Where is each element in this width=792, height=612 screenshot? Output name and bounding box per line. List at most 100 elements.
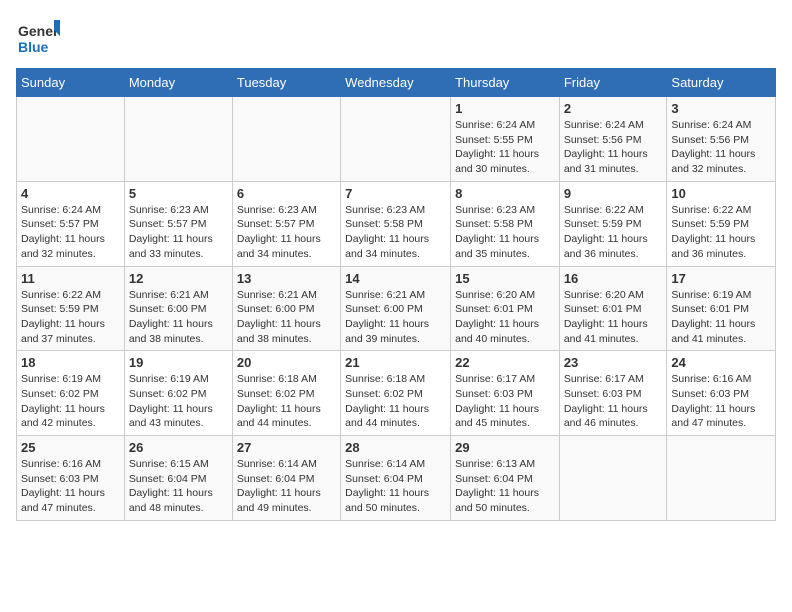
day-number: 1	[455, 101, 555, 116]
calendar-cell: 25 Sunrise: 6:16 AM Sunset: 6:03 PM Dayli…	[17, 436, 125, 521]
header-tuesday: Tuesday	[232, 69, 340, 97]
calendar-cell: 1 Sunrise: 6:24 AM Sunset: 5:55 PM Daylig…	[451, 97, 560, 182]
day-number: 19	[129, 355, 228, 370]
day-info: Sunrise: 6:16 AM Sunset: 6:03 PM Dayligh…	[671, 372, 771, 431]
calendar-cell: 15 Sunrise: 6:20 AM Sunset: 6:01 PM Dayli…	[451, 266, 560, 351]
header-thursday: Thursday	[451, 69, 560, 97]
day-number: 17	[671, 271, 771, 286]
svg-text:Blue: Blue	[18, 39, 49, 55]
calendar-cell: 29 Sunrise: 6:13 AM Sunset: 6:04 PM Dayli…	[451, 436, 560, 521]
calendar-cell: 22 Sunrise: 6:17 AM Sunset: 6:03 PM Dayli…	[451, 351, 560, 436]
calendar-cell: 17 Sunrise: 6:19 AM Sunset: 6:01 PM Dayli…	[667, 266, 776, 351]
calendar-cell	[124, 97, 232, 182]
logo: General Blue	[16, 16, 60, 60]
day-info: Sunrise: 6:19 AM Sunset: 6:02 PM Dayligh…	[21, 372, 120, 431]
calendar-table: SundayMondayTuesdayWednesdayThursdayFrid…	[16, 68, 776, 521]
day-number: 13	[237, 271, 336, 286]
day-info: Sunrise: 6:24 AM Sunset: 5:55 PM Dayligh…	[455, 118, 555, 177]
day-info: Sunrise: 6:18 AM Sunset: 6:02 PM Dayligh…	[237, 372, 336, 431]
calendar-cell: 6 Sunrise: 6:23 AM Sunset: 5:57 PM Daylig…	[232, 181, 340, 266]
day-number: 27	[237, 440, 336, 455]
calendar-cell: 3Sunrise: 6:24 AM Sunset: 5:56 PM Daylig…	[667, 97, 776, 182]
day-number: 5	[129, 186, 228, 201]
day-number: 22	[455, 355, 555, 370]
logo-svg: General Blue	[16, 16, 60, 60]
day-info: Sunrise: 6:21 AM Sunset: 6:00 PM Dayligh…	[129, 288, 228, 347]
day-info: Sunrise: 6:17 AM Sunset: 6:03 PM Dayligh…	[564, 372, 663, 431]
calendar-cell: 4 Sunrise: 6:24 AM Sunset: 5:57 PM Daylig…	[17, 181, 125, 266]
calendar-cell: 2 Sunrise: 6:24 AM Sunset: 5:56 PM Daylig…	[559, 97, 667, 182]
calendar-cell	[341, 97, 451, 182]
day-info: Sunrise: 6:24 AM Sunset: 5:56 PM Dayligh…	[564, 118, 663, 177]
calendar-cell: 19Sunrise: 6:19 AM Sunset: 6:02 PM Dayli…	[124, 351, 232, 436]
day-number: 18	[21, 355, 120, 370]
header-saturday: Saturday	[667, 69, 776, 97]
header-friday: Friday	[559, 69, 667, 97]
calendar-week-3: 11Sunrise: 6:22 AM Sunset: 5:59 PM Dayli…	[17, 266, 776, 351]
day-info: Sunrise: 6:14 AM Sunset: 6:04 PM Dayligh…	[237, 457, 336, 516]
calendar-week-5: 25 Sunrise: 6:16 AM Sunset: 6:03 PM Dayli…	[17, 436, 776, 521]
calendar-cell: 16 Sunrise: 6:20 AM Sunset: 6:01 PM Dayli…	[559, 266, 667, 351]
calendar-cell	[17, 97, 125, 182]
calendar-cell	[667, 436, 776, 521]
day-number: 9	[564, 186, 663, 201]
calendar-cell: 9 Sunrise: 6:22 AM Sunset: 5:59 PM Daylig…	[559, 181, 667, 266]
calendar-cell	[232, 97, 340, 182]
calendar-cell: 20 Sunrise: 6:18 AM Sunset: 6:02 PM Dayli…	[232, 351, 340, 436]
calendar-cell: 26 Sunrise: 6:15 AM Sunset: 6:04 PM Dayli…	[124, 436, 232, 521]
day-info: Sunrise: 6:20 AM Sunset: 6:01 PM Dayligh…	[455, 288, 555, 347]
day-info: Sunrise: 6:22 AM Sunset: 5:59 PM Dayligh…	[564, 203, 663, 262]
day-info: Sunrise: 6:23 AM Sunset: 5:57 PM Dayligh…	[237, 203, 336, 262]
day-number: 6	[237, 186, 336, 201]
day-info: Sunrise: 6:23 AM Sunset: 5:58 PM Dayligh…	[455, 203, 555, 262]
day-number: 8	[455, 186, 555, 201]
calendar-cell: 8 Sunrise: 6:23 AM Sunset: 5:58 PM Daylig…	[451, 181, 560, 266]
calendar-cell	[559, 436, 667, 521]
day-number: 26	[129, 440, 228, 455]
day-info: Sunrise: 6:24 AM Sunset: 5:57 PM Dayligh…	[21, 203, 120, 262]
calendar-cell: 14Sunrise: 6:21 AM Sunset: 6:00 PM Dayli…	[341, 266, 451, 351]
day-number: 29	[455, 440, 555, 455]
day-number: 4	[21, 186, 120, 201]
day-info: Sunrise: 6:19 AM Sunset: 6:01 PM Dayligh…	[671, 288, 771, 347]
calendar-cell: 13 Sunrise: 6:21 AM Sunset: 6:00 PM Dayli…	[232, 266, 340, 351]
day-number: 20	[237, 355, 336, 370]
calendar-cell: 18 Sunrise: 6:19 AM Sunset: 6:02 PM Dayli…	[17, 351, 125, 436]
day-info: Sunrise: 6:13 AM Sunset: 6:04 PM Dayligh…	[455, 457, 555, 516]
calendar-cell: 28 Sunrise: 6:14 AM Sunset: 6:04 PM Dayli…	[341, 436, 451, 521]
header-wednesday: Wednesday	[341, 69, 451, 97]
calendar-week-2: 4 Sunrise: 6:24 AM Sunset: 5:57 PM Daylig…	[17, 181, 776, 266]
day-number: 10	[671, 186, 771, 201]
day-info: Sunrise: 6:17 AM Sunset: 6:03 PM Dayligh…	[455, 372, 555, 431]
calendar-cell: 23Sunrise: 6:17 AM Sunset: 6:03 PM Dayli…	[559, 351, 667, 436]
calendar-week-1: 1 Sunrise: 6:24 AM Sunset: 5:55 PM Daylig…	[17, 97, 776, 182]
day-number: 16	[564, 271, 663, 286]
calendar-cell: 11Sunrise: 6:22 AM Sunset: 5:59 PM Dayli…	[17, 266, 125, 351]
header: General Blue	[16, 16, 776, 60]
day-info: Sunrise: 6:18 AM Sunset: 6:02 PM Dayligh…	[345, 372, 446, 431]
day-info: Sunrise: 6:15 AM Sunset: 6:04 PM Dayligh…	[129, 457, 228, 516]
calendar-cell: 12Sunrise: 6:21 AM Sunset: 6:00 PM Dayli…	[124, 266, 232, 351]
header-sunday: Sunday	[17, 69, 125, 97]
day-info: Sunrise: 6:20 AM Sunset: 6:01 PM Dayligh…	[564, 288, 663, 347]
day-number: 25	[21, 440, 120, 455]
day-number: 7	[345, 186, 446, 201]
day-info: Sunrise: 6:21 AM Sunset: 6:00 PM Dayligh…	[345, 288, 446, 347]
calendar-cell: 7 Sunrise: 6:23 AM Sunset: 5:58 PM Daylig…	[341, 181, 451, 266]
day-info: Sunrise: 6:14 AM Sunset: 6:04 PM Dayligh…	[345, 457, 446, 516]
day-info: Sunrise: 6:21 AM Sunset: 6:00 PM Dayligh…	[237, 288, 336, 347]
day-number: 2	[564, 101, 663, 116]
day-number: 15	[455, 271, 555, 286]
day-number: 28	[345, 440, 446, 455]
calendar-cell: 5 Sunrise: 6:23 AM Sunset: 5:57 PM Daylig…	[124, 181, 232, 266]
calendar-week-4: 18 Sunrise: 6:19 AM Sunset: 6:02 PM Dayli…	[17, 351, 776, 436]
day-info: Sunrise: 6:23 AM Sunset: 5:57 PM Dayligh…	[129, 203, 228, 262]
day-info: Sunrise: 6:23 AM Sunset: 5:58 PM Dayligh…	[345, 203, 446, 262]
day-info: Sunrise: 6:24 AM Sunset: 5:56 PM Dayligh…	[671, 118, 771, 177]
day-number: 11	[21, 271, 120, 286]
calendar-cell: 24Sunrise: 6:16 AM Sunset: 6:03 PM Dayli…	[667, 351, 776, 436]
day-info: Sunrise: 6:16 AM Sunset: 6:03 PM Dayligh…	[21, 457, 120, 516]
calendar-cell: 27 Sunrise: 6:14 AM Sunset: 6:04 PM Dayli…	[232, 436, 340, 521]
calendar-header-row: SundayMondayTuesdayWednesdayThursdayFrid…	[17, 69, 776, 97]
svg-text:General: General	[18, 23, 60, 39]
